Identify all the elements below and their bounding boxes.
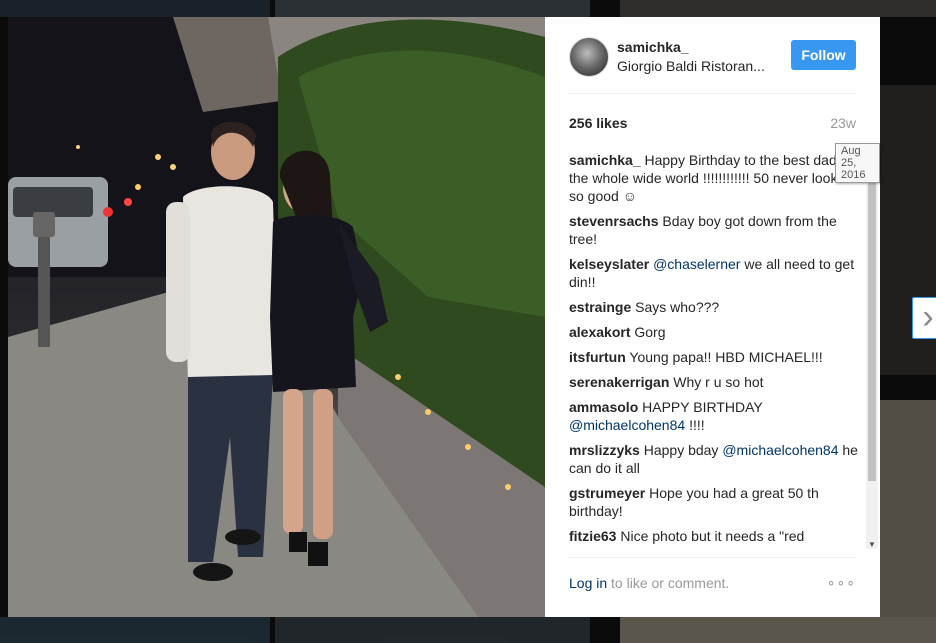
- comment-author[interactable]: estrainge: [569, 299, 631, 315]
- login-prompt: Log in to like or comment.: [569, 575, 729, 591]
- login-prompt-text: to like or comment.: [611, 575, 730, 591]
- post-age[interactable]: 23w: [830, 115, 856, 131]
- comment: estrainge Says who???: [569, 298, 859, 316]
- comment: ammasolo HAPPY BIRTHDAY @michaelcohen84 …: [569, 398, 859, 434]
- comment-author[interactable]: fitzie63: [569, 528, 616, 544]
- comment-author[interactable]: kelseyslater: [569, 256, 649, 272]
- post-location[interactable]: Giorgio Baldi Ristoran...: [617, 58, 777, 74]
- comment-author[interactable]: alexakort: [569, 324, 630, 340]
- comments-scrollbar[interactable]: ▼: [866, 155, 878, 549]
- scrollbar-thumb[interactable]: [868, 163, 876, 481]
- comment: mrslizzyks Happy bday @michaelcohen84 he…: [569, 441, 859, 477]
- comment-author[interactable]: ammasolo: [569, 399, 638, 415]
- comment-author[interactable]: stevenrsachs: [569, 213, 659, 229]
- comment-author[interactable]: serenakerrigan: [569, 374, 669, 390]
- comment: gstrumeyer Hope you had a great 50 th bi…: [569, 484, 859, 520]
- next-post-arrow-icon[interactable]: ›: [912, 297, 936, 339]
- comment-author[interactable]: mrslizzyks: [569, 442, 640, 458]
- comment-mention[interactable]: @chaselerner: [653, 256, 740, 272]
- comment: kelseyslater @chaselerner we all need to…: [569, 255, 859, 291]
- photo-illustration: [8, 17, 545, 617]
- comment-mention[interactable]: @michaelcohen84: [722, 442, 838, 458]
- comment-text: Happy bday: [643, 442, 719, 458]
- comment-text: HAPPY BIRTHDAY: [642, 399, 763, 415]
- scroll-down-arrow-icon[interactable]: ▼: [868, 541, 876, 549]
- follow-button[interactable]: Follow: [791, 40, 856, 70]
- comment: fitzie63 Nice photo but it needs a "red: [569, 527, 859, 545]
- comment: itsfurtun Young papa!! HBD MICHAEL!!!: [569, 348, 859, 366]
- post-photo[interactable]: [8, 17, 545, 617]
- login-link[interactable]: Log in: [569, 575, 607, 591]
- post-username[interactable]: samichka_: [617, 39, 689, 55]
- comment: samichka_ Happy Birthday to the best dad…: [569, 151, 859, 205]
- more-options-icon[interactable]: ∘∘∘: [827, 574, 856, 591]
- comment-author[interactable]: gstrumeyer: [569, 485, 645, 501]
- comment: alexakort Gorg: [569, 323, 859, 341]
- likes-count[interactable]: 256 likes: [569, 115, 627, 131]
- divider: [569, 557, 856, 558]
- comment-text: !!!!: [689, 417, 705, 433]
- comment-text: Gorg: [634, 324, 666, 340]
- date-tooltip: Aug 25, 2016: [835, 143, 880, 183]
- comment: serenakerrigan Why r u so hot: [569, 373, 859, 391]
- comment-mention[interactable]: @michaelcohen84: [569, 417, 685, 433]
- comment-text: Young papa!! HBD MICHAEL!!!: [629, 349, 823, 365]
- comment-text: Nice photo but it needs a "red: [620, 528, 805, 544]
- comment-author[interactable]: itsfurtun: [569, 349, 626, 365]
- post-sidebar: samichka_ Giorgio Baldi Ristoran... Foll…: [545, 17, 880, 617]
- post-header: samichka_ Giorgio Baldi Ristoran... Foll…: [569, 37, 856, 94]
- avatar[interactable]: [569, 37, 609, 77]
- comment-text: Says who???: [635, 299, 720, 315]
- comment-list[interactable]: samichka_ Happy Birthday to the best dad…: [569, 151, 859, 549]
- comment-text: Why r u so hot: [673, 374, 764, 390]
- comment: stevenrsachs Bday boy got down from the …: [569, 212, 859, 248]
- comment-author[interactable]: samichka_: [569, 152, 641, 168]
